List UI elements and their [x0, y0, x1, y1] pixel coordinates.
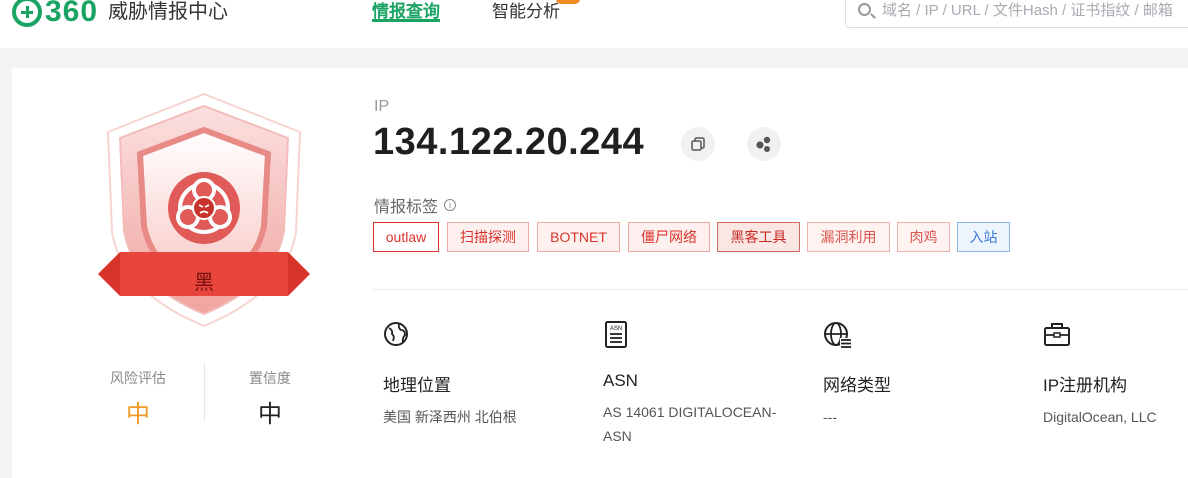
tag-botnet[interactable]: BOTNET	[537, 222, 620, 252]
asn-value: AS 14061 DIGITALOCEAN-ASN	[603, 404, 777, 444]
confidence: 置信度 中	[210, 368, 330, 429]
globe-icon	[384, 322, 408, 346]
briefcase-icon	[1044, 323, 1070, 346]
risk-assessment: 风险评估 中	[78, 368, 198, 429]
risk-value: 中	[126, 401, 150, 428]
tag-exploit[interactable]: 漏洞利用	[807, 222, 890, 252]
tag-hacker-tools[interactable]: 黑客工具	[717, 222, 800, 252]
asn-title: ASN	[603, 371, 638, 390]
network-globe-icon	[824, 322, 852, 348]
tag-outlaw[interactable]: outlaw	[373, 222, 439, 252]
geo-location-block: 地理位置 美国 新泽西州 北伯根	[383, 320, 563, 429]
document-icon: ASN	[605, 321, 627, 348]
network-type-title: 网络类型	[823, 376, 891, 395]
geo-value: 美国 新泽西州 北伯根	[383, 409, 517, 425]
asn-block: ASN ASN AS 14061 DIGITALOCEAN-ASN	[603, 320, 783, 448]
verdict-level: 黑	[194, 272, 214, 294]
tags-title: 情报标签 i	[374, 193, 457, 217]
ip-address: 134.122.20.244	[373, 121, 645, 163]
tag-zombie-network[interactable]: 僵尸网络	[628, 222, 710, 252]
confidence-value: 中	[258, 401, 282, 428]
target-type-label: IP	[374, 98, 390, 115]
metric-divider	[204, 362, 205, 422]
registrar-block: IP注册机构 DigitalOcean, LLC	[1043, 320, 1188, 429]
tag-broiler[interactable]: 肉鸡	[897, 222, 950, 252]
tag-scan-probe[interactable]: 扫描探测	[447, 222, 529, 252]
confidence-label: 置信度	[249, 370, 291, 386]
registrar-title: IP注册机构	[1043, 376, 1128, 395]
site-name: 威胁情报中心	[108, 1, 229, 23]
tags-title-text: 情报标签	[374, 199, 439, 216]
copy-icon	[691, 137, 705, 151]
svg-text:ASN: ASN	[610, 326, 622, 332]
tag-inbound[interactable]: 入站	[957, 222, 1010, 252]
section-divider	[373, 289, 1188, 290]
network-type-block: 网络类型 ---	[823, 320, 1003, 429]
plus-circle-logo-icon	[12, 0, 42, 27]
tab-smart-analysis[interactable]: 智能分析	[492, 0, 560, 30]
geo-title: 地理位置	[383, 376, 451, 395]
info-icon[interactable]: i	[444, 199, 457, 211]
graph-nodes-icon	[756, 136, 771, 152]
search-input[interactable]	[882, 0, 1188, 21]
copy-button[interactable]	[681, 127, 715, 161]
risk-label: 风险评估	[110, 370, 166, 386]
logo-number: 360	[45, 0, 99, 28]
tab-intel-query[interactable]: 情报查询	[372, 0, 440, 30]
search-icon[interactable]	[858, 3, 871, 16]
registrar-value: DigitalOcean, LLC	[1043, 409, 1157, 425]
search-box[interactable]	[845, 0, 1188, 28]
new-badge	[556, 0, 580, 4]
graph-analysis-button[interactable]	[747, 127, 781, 161]
network-type-value: ---	[823, 409, 837, 425]
site-logo[interactable]: 360 威胁情报中心	[12, 0, 228, 30]
top-navigation: 360 威胁情报中心 情报查询 智能分析	[0, 0, 1188, 48]
